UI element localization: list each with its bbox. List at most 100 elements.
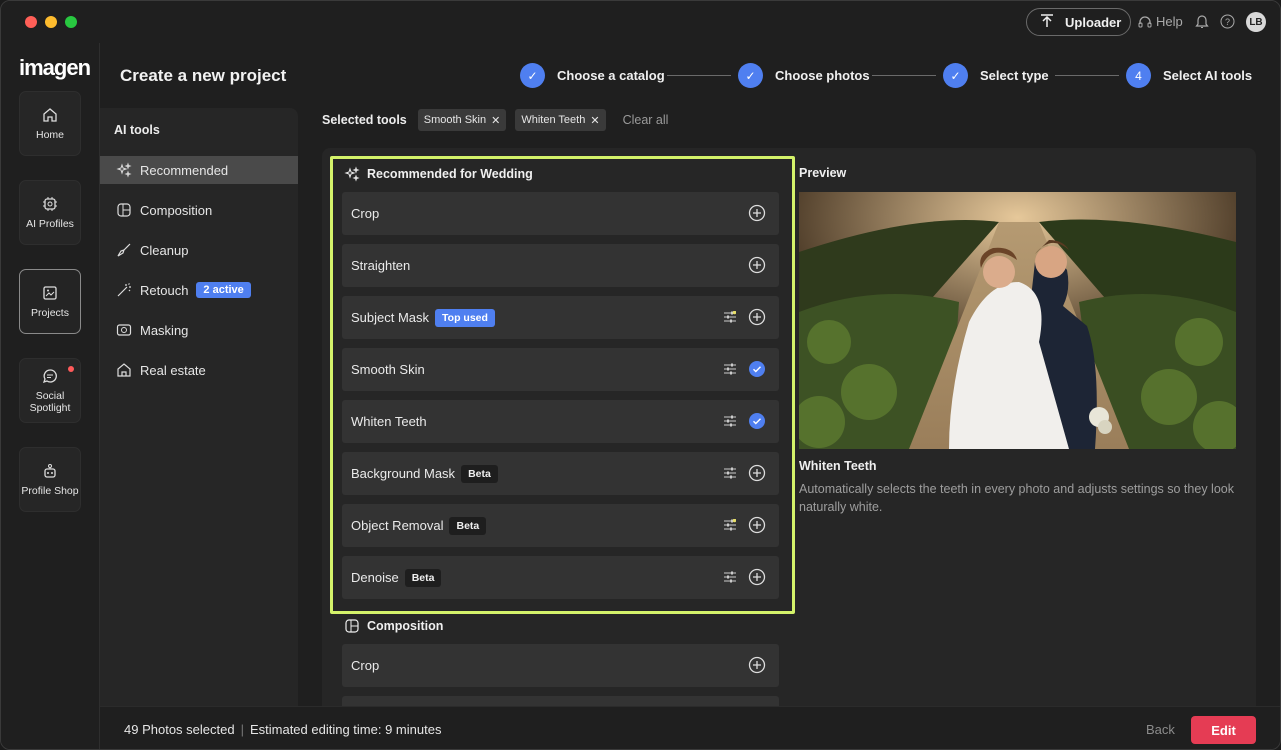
active-count-badge: 2 active [196, 282, 251, 298]
wedding-couple-photo [799, 192, 1236, 449]
tool-row-background-mask[interactable]: Background Mask Beta [342, 452, 779, 495]
added-check-icon[interactable] [748, 412, 766, 430]
question-icon: ? [1220, 14, 1235, 29]
rail-item-ai-profiles[interactable]: AI Profiles [19, 180, 81, 245]
home-icon [43, 108, 57, 122]
tool-row-subject-mask[interactable]: Subject Mask Top used [342, 296, 779, 339]
step-label: Select AI tools [1163, 68, 1253, 83]
tool-label: Smooth Skin [351, 362, 425, 377]
category-label: Masking [140, 322, 189, 338]
chip-smooth-skin: Smooth Skin ✕ [417, 109, 507, 131]
step-select-ai-tools[interactable]: 4 Select AI tools [1126, 63, 1252, 88]
category-real-estate[interactable]: Real estate [100, 356, 298, 384]
category-label: Cleanup [140, 242, 189, 258]
selected-tools-bar: Selected tools Smooth Skin ✕ Whiten Teet… [322, 109, 668, 131]
category-label: Real estate [140, 362, 206, 378]
back-button[interactable]: Back [1146, 722, 1175, 737]
left-rail: imagen Home AI Profiles Projects Social … [1, 43, 100, 749]
tool-row-whiten-teeth[interactable]: Whiten Teeth [342, 400, 779, 443]
settings-sliders-icon[interactable] [724, 571, 736, 583]
check-icon: ✓ [738, 63, 763, 88]
footer-divider: | [240, 722, 244, 737]
settings-sliders-icon[interactable] [724, 363, 736, 375]
remove-chip-icon[interactable]: ✕ [590, 114, 599, 127]
sparkle-icon [116, 162, 132, 178]
avatar[interactable]: LB [1246, 12, 1266, 32]
selected-tools-label: Selected tools [322, 113, 407, 127]
step-label: Select type [980, 68, 1049, 83]
tool-row-smooth-skin[interactable]: Smooth Skin [342, 348, 779, 391]
settings-sliders-icon[interactable] [724, 415, 736, 427]
notification-dot [68, 366, 74, 372]
zoom-window-button[interactable] [65, 16, 77, 28]
preview-photo [799, 192, 1236, 449]
remove-chip-icon[interactable]: ✕ [491, 114, 500, 127]
rail-item-profile-shop[interactable]: Profile Shop [19, 447, 81, 512]
settings-sliders-icon[interactable] [724, 311, 736, 323]
notifications-button[interactable] [1195, 14, 1209, 29]
footer-bar: 49 Photos selected | Estimated editing t… [100, 706, 1280, 749]
edit-button[interactable]: Edit [1191, 716, 1256, 744]
add-icon[interactable] [748, 568, 766, 586]
category-masking[interactable]: Masking [100, 316, 298, 344]
step-connector [872, 75, 936, 76]
settings-sliders-icon[interactable] [724, 467, 736, 479]
step-choose-catalog[interactable]: ✓ Choose a catalog [520, 63, 665, 88]
rail-label: Home [35, 129, 64, 141]
headset-icon [1138, 15, 1152, 27]
check-icon: ✓ [943, 63, 968, 88]
added-check-icon[interactable] [748, 360, 766, 378]
tool-row-denoise[interactable]: Denoise Beta [342, 556, 779, 599]
tool-row-composition-crop[interactable]: Crop [342, 644, 779, 687]
tool-row-straighten[interactable]: Straighten [342, 244, 779, 287]
composition-section-heading: Composition [344, 618, 443, 634]
projects-icon [43, 286, 57, 300]
step-connector [667, 75, 731, 76]
chip-label: Smooth Skin [423, 114, 487, 126]
clear-all-button[interactable]: Clear all [623, 113, 669, 127]
step-label: Choose a catalog [557, 68, 665, 83]
question-button[interactable]: ? [1220, 14, 1235, 29]
category-recommended[interactable]: Recommended [100, 156, 298, 184]
chip-whiten-teeth: Whiten Teeth ✕ [515, 109, 606, 131]
category-cleanup[interactable]: Cleanup [100, 236, 298, 264]
step-select-type[interactable]: ✓ Select type [943, 63, 1049, 88]
tool-label: Subject Mask [351, 310, 430, 325]
add-icon[interactable] [748, 464, 766, 482]
shop-icon [44, 464, 56, 478]
rail-label: AI Profiles [26, 218, 74, 230]
mask-icon [116, 324, 132, 336]
add-icon[interactable] [748, 204, 766, 222]
beta-badge: Beta [404, 568, 442, 587]
add-icon[interactable] [748, 656, 766, 674]
add-icon[interactable] [748, 516, 766, 534]
tool-label: Straighten [351, 258, 411, 273]
settings-sliders-icon[interactable] [724, 519, 736, 531]
tool-label: Crop [351, 206, 380, 221]
uploader-button[interactable]: Uploader [1026, 8, 1131, 36]
tool-label: Crop [351, 658, 380, 673]
photos-selected-count: 49 Photos selected [124, 722, 235, 737]
step-choose-photos[interactable]: ✓ Choose photos [738, 63, 870, 88]
category-composition[interactable]: Composition [100, 196, 298, 224]
help-button[interactable]: Help [1138, 14, 1183, 29]
rail-item-home[interactable]: Home [19, 91, 81, 156]
rail-item-social-spotlight[interactable]: Social Spotlight [19, 358, 81, 423]
rail-label: Social Spotlight [29, 390, 71, 414]
minimize-window-button[interactable] [45, 16, 57, 28]
category-retouch[interactable]: Retouch 2 active [100, 276, 298, 304]
tool-row-crop[interactable]: Crop [342, 192, 779, 235]
beta-badge: Beta [449, 516, 487, 535]
title-bar: Uploader Help ? LB [1, 1, 1280, 43]
add-icon[interactable] [748, 308, 766, 326]
recommended-section-heading: Recommended for Wedding [344, 166, 533, 182]
add-icon[interactable] [748, 256, 766, 274]
estimated-time: Estimated editing time: 9 minutes [249, 722, 442, 737]
svg-text:?: ? [1225, 17, 1230, 27]
tool-row-object-removal[interactable]: Object Removal Beta [342, 504, 779, 547]
beta-badge: Beta [461, 464, 498, 483]
close-window-button[interactable] [25, 16, 37, 28]
rail-item-projects[interactable]: Projects [19, 269, 81, 334]
bell-icon [1195, 15, 1209, 28]
ai-tools-heading: AI tools [114, 123, 160, 137]
